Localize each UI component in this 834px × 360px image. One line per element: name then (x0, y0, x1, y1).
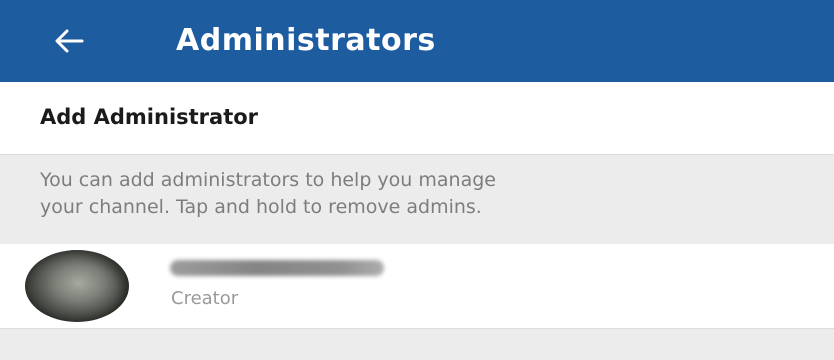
list-footer-area (0, 328, 834, 360)
page-title: Administrators (176, 23, 436, 58)
add-administrator-label: Add Administrator (40, 105, 259, 129)
info-text: You can add administrators to help you m… (40, 169, 496, 218)
admin-role: Creator (171, 288, 239, 309)
avatar (25, 250, 129, 322)
admin-name-redacted (170, 260, 384, 276)
admin-list-item[interactable]: Creator (0, 244, 834, 328)
back-button[interactable] (46, 18, 92, 64)
add-administrator-button[interactable]: Add Administrator (0, 82, 834, 154)
app-bar: Administrators (0, 0, 834, 82)
arrow-left-icon (55, 29, 84, 53)
info-section: You can add administrators to help you m… (0, 154, 834, 244)
administrators-screen: Administrators Add Administrator You can… (0, 0, 834, 360)
